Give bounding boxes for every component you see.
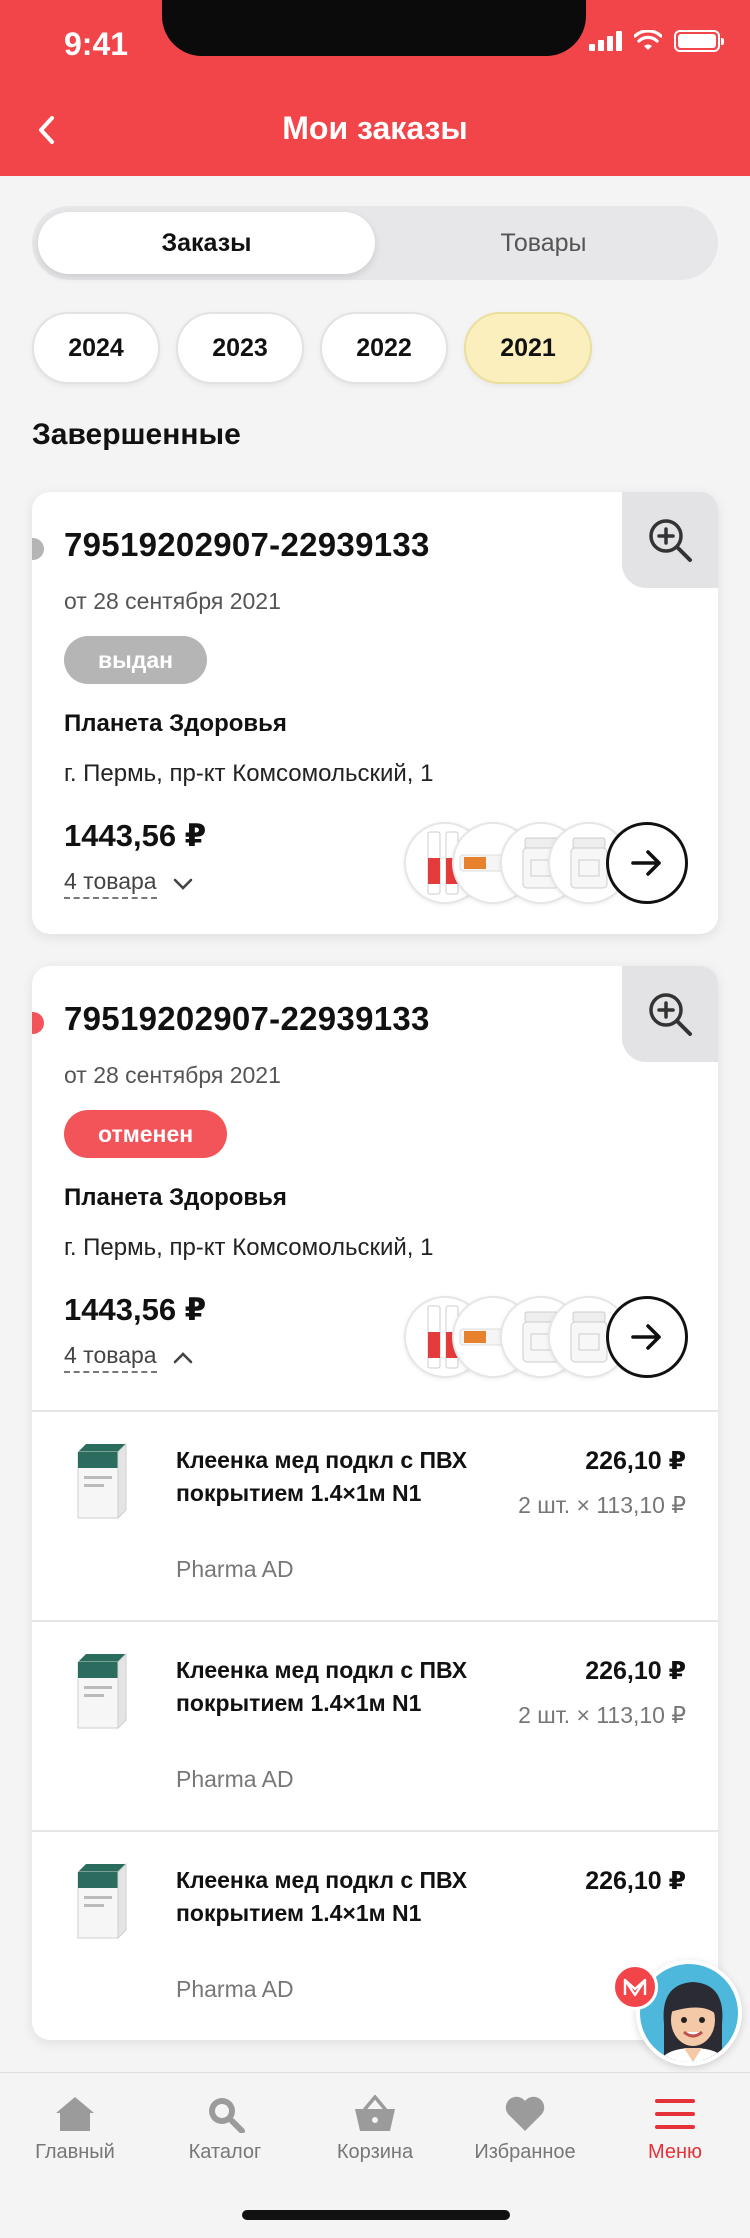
items-count-toggle[interactable]: 4 товара	[64, 868, 193, 899]
list-item[interactable]: Клеенка мед подкл с ПВХ покрытием 1.4×1м…	[32, 1412, 718, 1622]
orders-products-switch: Заказы Товары	[32, 206, 718, 280]
open-order-button[interactable]	[606, 822, 688, 904]
item-manufacturer: Pharma AD	[176, 1766, 294, 1792]
item-name: Клеенка мед подкл с ПВХ покрытием 1.4×1м…	[176, 1657, 468, 1716]
item-price: 226,10 ₽	[585, 1657, 686, 1685]
year-chip-2023[interactable]: 2023	[176, 312, 304, 384]
store-name: Планета Здоровья	[64, 1184, 287, 1211]
item-manufacturer: Pharma AD	[176, 1556, 294, 1582]
year-chip-2024[interactable]: 2024	[32, 312, 160, 384]
home-indicator	[242, 2210, 510, 2220]
product-box-image	[77, 1442, 127, 1520]
year-chip-2021[interactable]: 2021	[464, 312, 592, 384]
items-count-toggle[interactable]: 4 товара	[64, 1342, 193, 1373]
zoom-in-icon	[649, 519, 692, 562]
tab-favorites[interactable]: Избранное	[450, 2095, 600, 2164]
item-price: 226,10 ₽	[585, 1867, 686, 1895]
items-count: 4 товара	[64, 868, 157, 899]
tab-catalog[interactable]: Каталог	[150, 2095, 300, 2164]
page-title: Мои заказы	[282, 110, 468, 146]
tab-menu[interactable]: Меню	[600, 2095, 750, 2164]
menu-icon	[655, 2099, 695, 2129]
item-name: Клеенка мед подкл с ПВХ покрытием 1.4×1м…	[176, 1867, 468, 1926]
status-badge: отменен	[64, 1110, 228, 1158]
heart-icon	[505, 2096, 545, 2131]
year-chip-2022[interactable]: 2022	[320, 312, 448, 384]
status-dot	[32, 538, 44, 560]
zoom-button[interactable]	[622, 492, 718, 588]
order-date: от 28 сентября 2021	[64, 588, 281, 614]
order-date: от 28 сентября 2021	[64, 1062, 281, 1088]
store-address: г. Пермь, пр-кт Комсомольский, 1	[64, 760, 434, 787]
chat-logo-badge	[612, 1964, 658, 2010]
tab-label: Избранное	[474, 2141, 576, 2163]
arrow-right-icon	[631, 850, 661, 876]
tab-orders[interactable]: Заказы	[38, 212, 375, 274]
arrow-right-icon	[631, 1324, 661, 1350]
zoom-button[interactable]	[622, 966, 718, 1062]
open-order-button[interactable]	[606, 1296, 688, 1378]
tab-label: Меню	[647, 2141, 703, 2163]
product-box-image	[77, 1862, 127, 1940]
product-box-image	[77, 1652, 127, 1730]
wifi-icon	[634, 30, 662, 50]
item-manufacturer: Pharma AD	[176, 1976, 294, 2002]
item-price: 226,10 ₽	[585, 1447, 686, 1475]
status-badge: выдан	[64, 636, 208, 684]
tab-cart[interactable]: Корзина	[300, 2095, 450, 2164]
chevron-up-icon	[173, 1351, 192, 1363]
product-thumbnails	[404, 822, 630, 904]
notch	[162, 0, 586, 56]
tab-label: Корзина	[336, 2141, 414, 2163]
order-items-list: Клеенка мед подкл с ПВХ покрытием 1.4×1м…	[32, 1410, 718, 2040]
status-dot	[32, 1012, 44, 1034]
order-price: 1443,56 ₽	[64, 1292, 207, 1327]
store-address: г. Пермь, пр-кт Комсомольский, 1	[64, 1234, 434, 1261]
order-card[interactable]: 79519202907-22939133 от 28 сентября 2021…	[32, 492, 718, 934]
order-price: 1443,56 ₽	[64, 818, 207, 853]
signal-icon	[589, 31, 622, 51]
order-card[interactable]: 79519202907-22939133 от 28 сентября 2021…	[32, 966, 718, 2040]
store-name: Планета Здоровья	[64, 710, 287, 737]
item-quantity: 2 шт. × 113,10 ₽	[518, 1492, 686, 1518]
item-name: Клеенка мед подкл с ПВХ покрытием 1.4×1м…	[176, 1447, 468, 1506]
section-title: Завершенные	[32, 418, 241, 451]
brand-logo-icon	[623, 1978, 647, 1997]
home-icon	[56, 2097, 94, 2131]
status-time: 9:41	[64, 26, 129, 62]
tab-home[interactable]: Главный	[0, 2095, 150, 2164]
product-thumbnails	[404, 1296, 630, 1378]
tab-label: Главный	[35, 2141, 115, 2163]
battery-icon	[674, 30, 724, 52]
order-number: 79519202907-22939133	[64, 526, 430, 563]
chevron-down-icon	[173, 878, 192, 890]
list-item[interactable]: Клеенка мед подкл с ПВХ покрытием 1.4×1м…	[32, 1832, 718, 2040]
search-icon	[209, 2098, 245, 2133]
items-count: 4 товара	[64, 1342, 157, 1373]
item-quantity: 2 шт. × 113,10 ₽	[518, 1702, 686, 1728]
status-icons	[589, 30, 724, 52]
tab-products[interactable]: Товары	[375, 212, 712, 274]
order-number: 79519202907-22939133	[64, 1000, 430, 1037]
tab-label: Каталог	[188, 2141, 262, 2163]
year-filter: 2024 2023 2022 2021	[32, 312, 592, 384]
zoom-in-icon	[649, 993, 692, 1036]
app-header: 9:41 Мои заказы	[0, 0, 750, 176]
list-item[interactable]: Клеенка мед подкл с ПВХ покрытием 1.4×1м…	[32, 1622, 718, 1832]
basket-icon	[355, 2095, 395, 2131]
